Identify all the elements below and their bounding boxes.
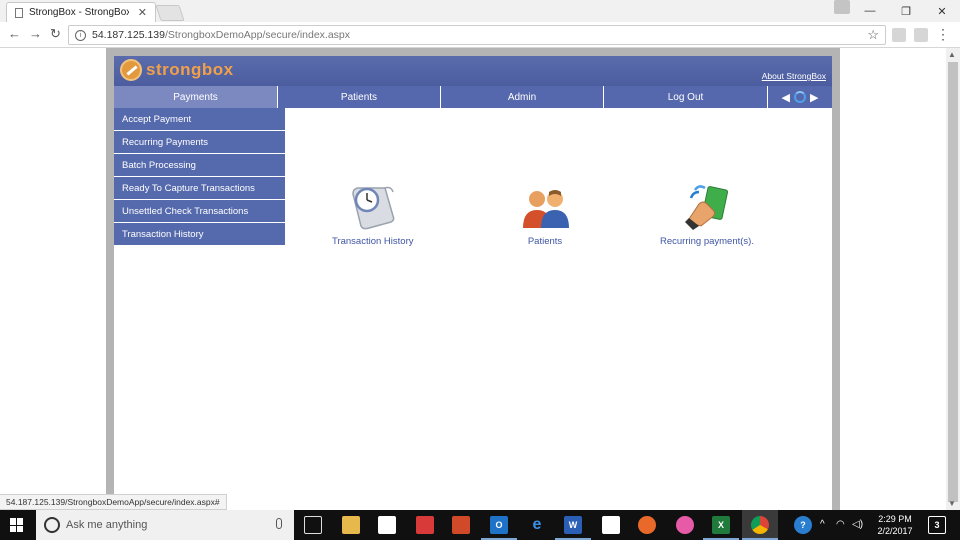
submenu-recurring-payments[interactable]: Recurring Payments: [114, 131, 285, 154]
cortana-search[interactable]: Ask me anything: [36, 510, 294, 540]
reload-icon[interactable]: ↻: [50, 26, 61, 42]
word-icon[interactable]: W: [564, 516, 582, 534]
tray-chevron-icon[interactable]: ^: [820, 519, 825, 530]
arrow-left-icon[interactable]: ◀: [782, 91, 790, 104]
info-icon[interactable]: i: [75, 29, 86, 41]
browser-tab-strip: StrongBox - StrongBoxD ✕ — ❐ ✕: [0, 0, 960, 22]
submenu-ready-to-capture[interactable]: Ready To Capture Transactions: [114, 177, 285, 200]
browser-toolbar: ← → ↻ i 54.187.125.139/StrongboxDemoApp/…: [0, 22, 960, 48]
tile-label: Recurring payment(s).: [660, 236, 754, 247]
page-scrollbar[interactable]: ▲ ▼: [946, 48, 960, 510]
about-link[interactable]: About StrongBox: [762, 71, 826, 81]
notification-count: 3: [934, 520, 940, 530]
volume-icon[interactable]: ◁): [852, 519, 863, 530]
logo-mark-icon: [120, 59, 142, 81]
itunes-icon[interactable]: [676, 516, 694, 534]
reader-icon[interactable]: [416, 516, 434, 534]
forward-icon[interactable]: →: [29, 26, 42, 41]
scroll-clock-icon: [351, 186, 395, 230]
page-icon: [15, 7, 23, 18]
notification-icon[interactable]: 3: [928, 516, 946, 534]
menu-patients[interactable]: Patients: [278, 86, 441, 108]
main-menu: Payments Patients Admin Log Out ◀ ▶: [114, 86, 832, 108]
chrome-icon[interactable]: [751, 516, 769, 534]
submenu-transaction-history[interactable]: Transaction History: [114, 223, 285, 246]
scroll-down-icon[interactable]: ▼: [948, 499, 956, 508]
help-icon[interactable]: ?: [794, 516, 812, 534]
scroll-thumb[interactable]: [948, 62, 958, 502]
outlook-icon[interactable]: O: [490, 516, 508, 534]
close-tab-icon[interactable]: ✕: [138, 6, 147, 19]
app-header: strongbox About StrongBox: [114, 56, 832, 86]
people-icon: [523, 190, 569, 228]
payments-submenu: Accept Payment Recurring Payments Batch …: [114, 108, 285, 246]
pdf-icon[interactable]: [452, 516, 470, 534]
clock-date: 2/2/2017: [877, 526, 913, 536]
tile-patients[interactable]: Patients: [519, 184, 571, 247]
menu-nav-controls: ◀ ▶: [768, 86, 832, 108]
tile-label: Transaction History: [332, 236, 414, 247]
extension-icon[interactable]: [892, 28, 906, 42]
store-icon[interactable]: [378, 516, 396, 534]
close-window-button[interactable]: ✕: [924, 0, 960, 22]
new-tab-button[interactable]: [155, 5, 185, 21]
app-frame: strongbox About StrongBox Payments Patie…: [106, 48, 840, 510]
system-clock[interactable]: 2:29 PM 2/2/2017: [872, 513, 918, 537]
tile-recurring-payments[interactable]: Recurring payment(s).: [660, 182, 754, 247]
firefox-icon[interactable]: [638, 516, 656, 534]
submenu-unsettled-check[interactable]: Unsettled Check Transactions: [114, 200, 285, 223]
windows-start-icon[interactable]: [10, 518, 24, 532]
microphone-icon[interactable]: [276, 518, 282, 529]
browser-tab[interactable]: StrongBox - StrongBoxD ✕: [6, 2, 156, 22]
strongbox-logo: strongbox: [120, 59, 234, 81]
back-icon[interactable]: ←: [8, 26, 21, 41]
tab-title: StrongBox - StrongBoxD: [29, 7, 129, 18]
file-explorer-icon[interactable]: [342, 516, 360, 534]
profile-icon[interactable]: [834, 0, 850, 14]
url-path: /StrongboxDemoApp/secure/index.aspx: [165, 29, 351, 41]
windows-taskbar: Ask me anything O e W X ? ^ ◠ ◁) 2:29 PM…: [0, 510, 960, 540]
restore-button[interactable]: ❐: [888, 0, 924, 22]
menu-admin[interactable]: Admin: [441, 86, 604, 108]
photos-icon[interactable]: [602, 516, 620, 534]
submenu-batch-processing[interactable]: Batch Processing: [114, 154, 285, 177]
menu-payments[interactable]: Payments: [114, 86, 278, 108]
arrow-right-icon[interactable]: ▶: [810, 91, 818, 104]
scroll-up-icon[interactable]: ▲: [948, 50, 956, 59]
minimize-button[interactable]: —: [852, 0, 888, 22]
app-container: strongbox About StrongBox Payments Patie…: [114, 56, 832, 510]
search-placeholder: Ask me anything: [66, 519, 148, 531]
hand-money-icon: [684, 185, 729, 230]
cortana-icon: [44, 517, 60, 533]
edge-icon[interactable]: e: [528, 516, 546, 534]
page-viewport: strongbox About StrongBox Payments Patie…: [0, 48, 946, 510]
refresh-icon[interactable]: [794, 91, 806, 103]
address-bar[interactable]: i 54.187.125.139/StrongboxDemoApp/secure…: [68, 25, 886, 45]
bookmark-star-icon[interactable]: ☆: [867, 27, 879, 43]
logo-text: strongbox: [146, 60, 234, 79]
clock-time: 2:29 PM: [878, 514, 912, 524]
tile-label: Patients: [527, 236, 563, 247]
url-host: 54.187.125.139: [92, 29, 165, 41]
submenu-accept-payment[interactable]: Accept Payment: [114, 108, 285, 131]
menu-log-out[interactable]: Log Out: [604, 86, 768, 108]
status-bar: 54.187.125.139/StrongboxDemoApp/secure/i…: [0, 494, 227, 510]
browser-menu-icon[interactable]: ⋮: [936, 26, 950, 43]
extension-icon[interactable]: [914, 28, 928, 42]
task-view-icon[interactable]: [304, 516, 322, 534]
tile-transaction-history[interactable]: Transaction History: [332, 182, 413, 247]
excel-icon[interactable]: X: [712, 516, 730, 534]
wifi-icon[interactable]: ◠: [836, 519, 845, 530]
